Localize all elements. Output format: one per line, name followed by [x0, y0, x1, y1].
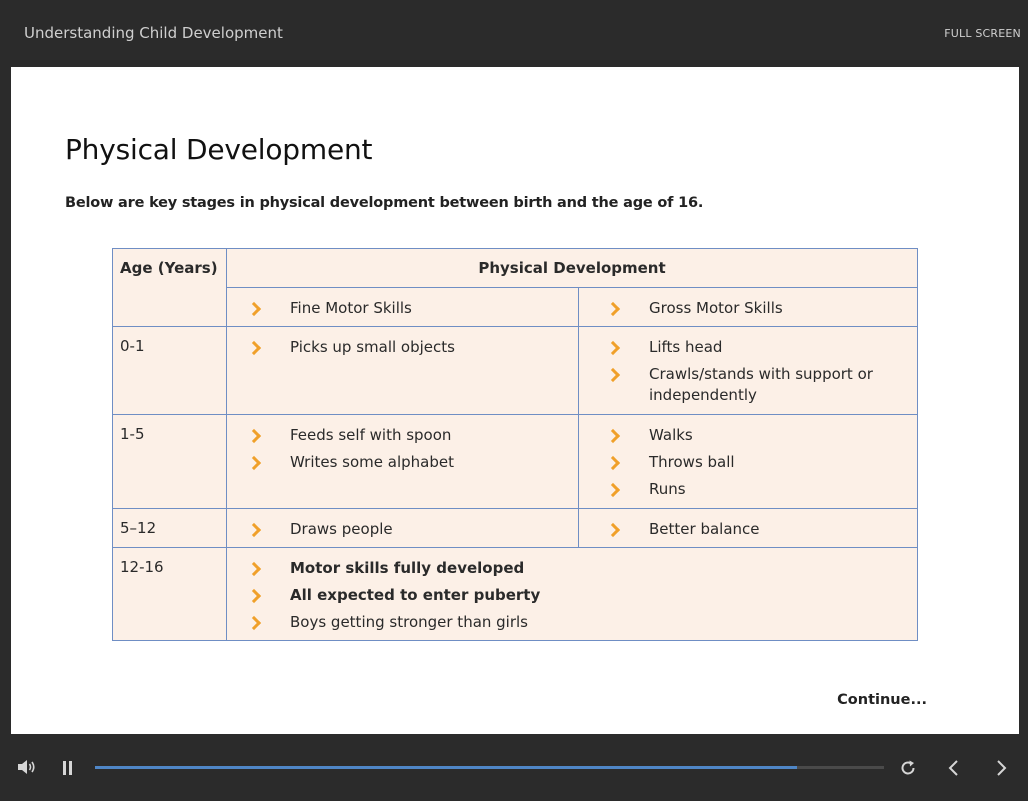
- chevron-right-icon: [249, 590, 260, 601]
- chevron-right-icon: [249, 342, 260, 353]
- gross-cell: Better balance: [578, 508, 918, 548]
- age-header: Age (Years): [112, 248, 227, 327]
- volume-icon[interactable]: [17, 759, 37, 775]
- list-item: Writes some alphabet: [249, 452, 578, 473]
- list-item: Feeds self with spoon: [249, 425, 578, 446]
- table-subheader-row: Fine Motor Skills Gross Motor Skills: [113, 287, 918, 327]
- table-row: 12-16 Motor skills fully developed All e…: [112, 547, 918, 641]
- top-bar: Understanding Child Development FULL SCR…: [0, 0, 1028, 67]
- list-item: Motor skills fully developed: [249, 558, 917, 579]
- chevron-right-icon: [249, 303, 260, 314]
- table-row: 5–12 Draws people Better balance: [112, 508, 918, 548]
- list-item: All expected to enter puberty: [249, 585, 917, 606]
- course-title: Understanding Child Development: [24, 24, 283, 42]
- age-cell: 12-16: [112, 547, 227, 641]
- chevron-right-icon: [608, 369, 619, 380]
- age-cell: 0-1: [112, 326, 227, 415]
- list-item: Runs: [608, 479, 917, 500]
- fine-cell: Feeds self with spoon Writes some alphab…: [226, 414, 579, 509]
- list-item: Walks: [608, 425, 917, 446]
- table-row: 1-5 Feeds self with spoon Writes some al…: [112, 414, 918, 509]
- gross-cell: Lifts head Crawls/stands with support or…: [578, 326, 918, 415]
- chevron-right-icon: [608, 342, 619, 353]
- replay-icon[interactable]: [899, 759, 917, 777]
- continue-link[interactable]: Continue...: [837, 692, 927, 708]
- fine-motor-header: Fine Motor Skills: [290, 299, 412, 317]
- chevron-right-icon: [249, 430, 260, 441]
- list-item: Better balance: [608, 519, 917, 540]
- chevron-right-icon: [249, 457, 260, 468]
- chevron-right-icon: [249, 617, 260, 628]
- chevron-right-icon: [249, 563, 260, 574]
- page-title: Physical Development: [65, 133, 373, 166]
- fine-motor-header-cell: Fine Motor Skills: [226, 287, 579, 327]
- development-table: Age (Years) Physical Development Fine Mo…: [112, 248, 918, 641]
- chevron-right-icon: [608, 524, 619, 535]
- list-item: Throws ball: [608, 452, 917, 473]
- chevron-right-icon: [608, 484, 619, 495]
- table-header-row: Age (Years) Physical Development: [112, 248, 918, 327]
- list-item: Lifts head: [608, 337, 917, 358]
- progress-bar[interactable]: [95, 766, 884, 769]
- next-icon[interactable]: [991, 758, 1011, 778]
- chevron-right-icon: [608, 457, 619, 468]
- chevron-right-icon: [608, 303, 619, 314]
- slide-subtitle: Below are key stages in physical develop…: [65, 195, 704, 211]
- list-item: Crawls/stands with support or independen…: [608, 364, 917, 406]
- list-item: Picks up small objects: [249, 337, 578, 358]
- combined-cell: Motor skills fully developed All expecte…: [226, 547, 918, 641]
- gross-motor-header: Gross Motor Skills: [649, 299, 783, 317]
- fine-cell: Picks up small objects: [226, 326, 579, 415]
- chevron-right-icon: [249, 524, 260, 535]
- list-item: Draws people: [249, 519, 578, 540]
- gross-cell: Walks Throws ball Runs: [578, 414, 918, 509]
- player-controls: [0, 734, 1028, 801]
- pause-icon[interactable]: [62, 761, 76, 775]
- gross-motor-header-cell: Gross Motor Skills: [578, 287, 918, 327]
- progress-fill: [95, 766, 798, 769]
- development-header: Physical Development: [226, 248, 918, 288]
- list-item: Boys getting stronger than girls: [249, 612, 917, 633]
- age-cell: 1-5: [112, 414, 227, 509]
- slide-content: Physical Development Below are key stage…: [11, 67, 1019, 734]
- table-row: 0-1 Picks up small objects Lifts head Cr…: [112, 326, 918, 415]
- chevron-right-icon: [608, 430, 619, 441]
- fine-cell: Draws people: [226, 508, 579, 548]
- fullscreen-button[interactable]: FULL SCREEN: [944, 27, 1021, 40]
- prev-icon[interactable]: [944, 758, 964, 778]
- age-cell: 5–12: [112, 508, 227, 548]
